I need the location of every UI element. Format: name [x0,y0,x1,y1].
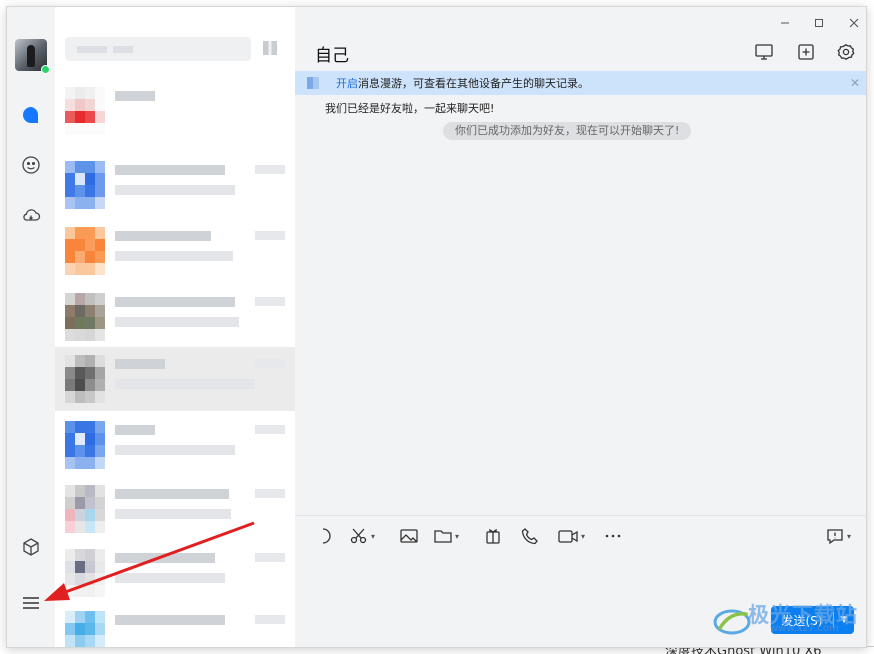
contact-avatar [65,293,105,341]
chat-title: 自己 [315,46,349,66]
nav-rail [7,7,55,647]
contact-avatar [65,485,105,533]
list-item[interactable] [55,79,295,143]
apps-icon[interactable] [21,537,41,557]
search-box[interactable] [65,37,251,61]
list-item[interactable] [55,153,295,217]
maximize-button[interactable] [809,13,829,33]
close-icon[interactable]: ✕ [848,76,862,90]
watermark: 极光下载站 www.xz7.com [712,598,872,642]
contact-avatar [65,611,105,647]
cloud-icon[interactable] [21,205,41,225]
menu-icon[interactable] [21,593,41,613]
conversation-list [55,7,295,647]
contact-avatar [65,161,105,209]
more-icon[interactable] [603,526,623,546]
screen-share-icon[interactable] [753,41,775,63]
close-button[interactable] [844,13,864,33]
contacts-icon[interactable] [21,155,41,175]
video-icon[interactable]: ▾ [557,526,585,546]
folder-icon[interactable]: ▾ [433,526,459,546]
message-roaming-banner: 开启 消息漫游，可查看在其他设备产生的聊天记录。 ✕ [295,71,866,95]
list-item[interactable] [55,285,295,349]
banner-mark [307,77,319,89]
image-icon[interactable] [399,526,419,546]
banner-text: 消息漫游，可查看在其他设备产生的聊天记录。 [358,77,589,90]
contact-avatar [65,227,105,275]
list-item-selected[interactable] [55,347,295,411]
online-status-dot [41,65,50,74]
enable-roaming-link[interactable]: 开启 [336,75,358,91]
contact-avatar [65,549,105,597]
emoji-icon[interactable] [321,526,333,546]
scissors-icon[interactable]: ▾ [349,526,375,546]
list-item[interactable] [55,477,295,541]
chat-icon[interactable] [21,105,41,125]
settings-icon[interactable] [835,41,857,63]
friend-message: 我们已经是好友啦，一起来聊天吧! [325,102,495,115]
watermark-logo-icon [713,609,751,635]
qq-app-window: 自己 开启 消息漫游，可查看在其他设备产生的聊天记录。 ✕ 我们已经是好友啦，一… [6,6,867,648]
minimize-button[interactable] [775,13,795,33]
contact-avatar [65,421,105,469]
phone-icon[interactable] [521,526,539,546]
list-item[interactable] [55,219,295,283]
contact-avatar [65,87,105,135]
add-icon[interactable] [263,41,277,55]
gift-icon[interactable] [483,526,503,546]
list-item[interactable] [55,541,295,605]
contact-avatar [65,355,105,403]
history-icon[interactable]: ▾ [825,526,851,546]
list-item[interactable] [55,603,295,647]
system-message-pill: 你们已成功添加为好友，现在可以开始聊天了! [443,122,692,140]
watermark-url: www.xz7.com [770,623,839,634]
add-member-icon[interactable] [795,41,817,63]
list-item[interactable] [55,413,295,477]
chat-panel: 自己 开启 消息漫游，可查看在其他设备产生的聊天记录。 ✕ 我们已经是好友啦，一… [295,7,866,647]
